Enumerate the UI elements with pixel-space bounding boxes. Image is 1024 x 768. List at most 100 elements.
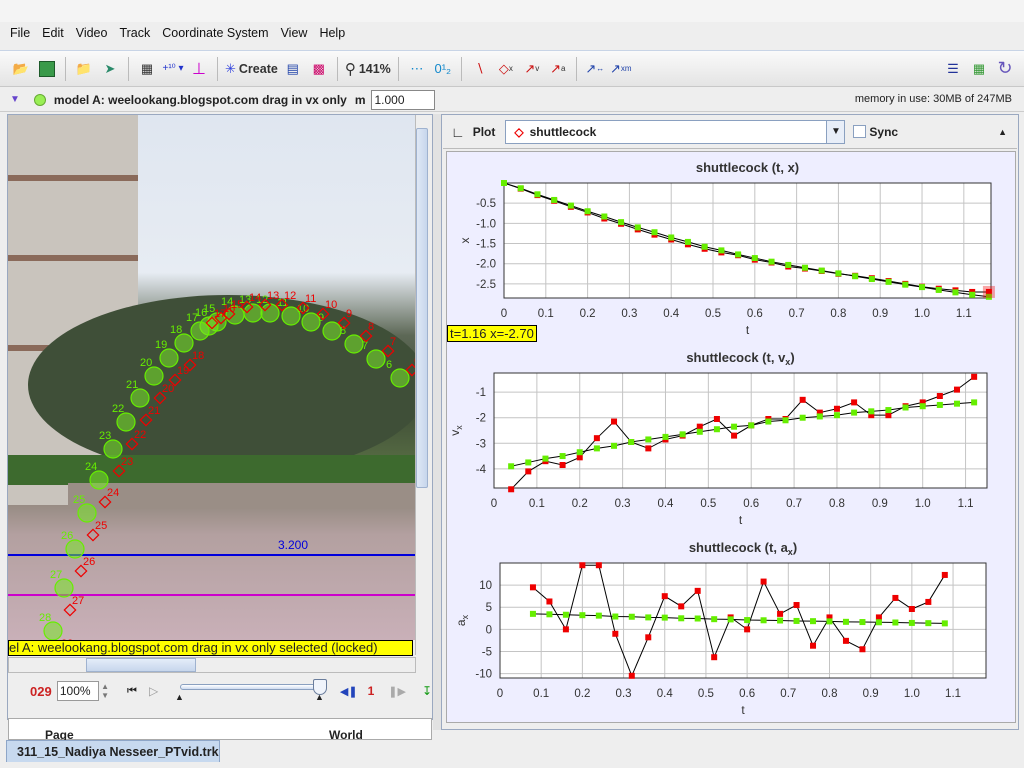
video-slider[interactable] [180,684,325,690]
step-size[interactable]: 1 [368,684,375,698]
model-point [628,439,635,445]
model-point [727,616,734,623]
vertical-scroll-thumb[interactable] [416,128,428,488]
model-point [694,615,701,622]
x-tick-label: 0 [501,308,507,320]
y-tick-label: -2.5 [476,279,496,291]
model-point-marker [174,333,194,353]
trails-icon[interactable]: ⋯ [406,56,428,82]
menu-file[interactable]: File [4,26,36,40]
model-point [777,617,784,624]
file-tab[interactable]: 311_15_Nadiya Nesseer_PTvid.trk [6,740,220,762]
step-back-icon[interactable]: ◀❚ [340,685,358,698]
dropdown-arrow-icon[interactable]: ▼ [826,120,845,143]
x-axis-label: t [741,703,745,717]
import-icon[interactable]: ➤ [99,56,121,82]
model-point [859,619,866,626]
video-clip-icon[interactable]: ▦ [136,56,158,82]
model-point-marker [281,306,301,326]
data-point [793,602,800,609]
menu-view[interactable]: View [275,26,314,40]
page-view-tab[interactable]: Page [45,728,74,740]
expand-triangle-icon[interactable]: ▼ [10,94,20,105]
track-control-icon[interactable]: ▩ [308,56,330,82]
data-point [525,468,532,475]
model-point [595,612,602,619]
model-name[interactable]: model A: weelookang.blogspot.com drag in… [54,93,347,107]
x-tick-label: 1.1 [945,688,961,700]
sync-checkbox[interactable] [853,125,867,138]
reset-icon[interactable]: ⏮ [127,685,137,698]
notes-icon[interactable]: ☰ [942,56,964,82]
track-dropdown[interactable]: ◇ shuttlecock ▼ [505,119,846,144]
sync-label: Sync [869,124,899,139]
video-view[interactable]: 3.200 6677889910101111121213131414151516… [8,115,415,640]
chart-x[interactable]: 0 0.1 0.2 0.3 0.4 0.5 0.6 0.7 0.8 0.9 1.0 1.1 -0.5 -1… [447,152,1017,342]
open-icon[interactable]: 📂 [10,56,32,82]
y-axis-label: ax [454,614,470,626]
horizontal-scroll-thumb[interactable] [86,658,196,672]
path-icon[interactable]: ∖ [469,56,491,82]
clip-settings-icon[interactable]: ▤ [282,56,304,82]
model-frame-label: 28 [39,612,51,624]
y-tick-label: -4 [476,464,487,476]
data-point [885,412,892,419]
model-point [579,612,586,619]
position-icon[interactable]: ◇ x [495,56,517,82]
end-marker-icon[interactable]: ▲ [315,692,324,702]
menu-track[interactable]: Track [113,26,156,40]
xm-icon[interactable]: ↗ xm [610,56,632,82]
model-point [576,449,583,456]
model-point-marker [77,503,97,523]
labels-icon[interactable]: 0¹₂ [432,56,454,82]
step-forward-icon[interactable]: ❚▶ [388,685,406,698]
split-divider[interactable] [433,114,441,730]
menu-coordinate-system[interactable]: Coordinate System [156,26,274,40]
data-point [859,646,866,653]
info-icon[interactable]: ▦ [968,56,990,82]
data-frame-label: 13 [267,290,279,302]
spinner-arrows-icon[interactable]: ▲ ▼ [101,682,109,700]
start-marker-icon[interactable]: ▲ [175,692,184,702]
data-frame-label: 11 [305,293,316,305]
plot-area [493,372,988,489]
velocity-icon[interactable]: ↗ v [521,56,543,82]
model-point [701,243,708,250]
model-point [517,185,524,192]
world-view-tab[interactable]: World [329,728,363,740]
readout-tooltip: t=1.16 x=-2.70 [447,325,537,342]
chart-vx[interactable]: 0 0.1 0.2 0.3 0.4 0.5 0.6 0.7 0.8 0.9 1.0 1.1 -1 -2 -3… [447,342,1017,532]
loop-icon[interactable]: ↧ [422,684,432,698]
calibration-icon[interactable]: +¹⁰ ▾ [162,56,184,82]
acceleration-icon[interactable]: ↗ a [547,56,569,82]
x-tick-label: 0.9 [863,688,879,700]
xmass-icon[interactable]: ↗ ↔ [584,56,606,82]
play-icon[interactable]: ▷ [149,684,158,698]
video-horizontal-scrollbar[interactable] [8,657,416,673]
model-point-marker [301,312,321,332]
x-tick-label: 0.6 [747,308,763,320]
y-tick-label: -2 [476,413,486,425]
axes-icon[interactable]: ⊥ [188,56,210,82]
chart-ax[interactable]: 0 0.1 0.2 0.3 0.4 0.5 0.6 0.7 0.8 0.9 1.0 1.1 10 5 0 -5… [447,532,1017,722]
model-point [584,208,591,215]
collapse-icon[interactable]: ▲ [998,127,1007,137]
data-frame-label: 24 [107,487,119,499]
menu-edit[interactable]: Edit [36,26,70,40]
menu-video[interactable]: Video [70,26,114,40]
mass-field[interactable]: 1.000 [370,89,435,110]
menu-help[interactable]: Help [313,26,351,40]
refresh-icon[interactable]: ↻ [994,56,1016,82]
save-icon[interactable] [36,56,58,82]
model-point [713,426,720,433]
x-tick-label: 0.5 [700,498,716,510]
model-point-marker [130,388,150,408]
zoom-button[interactable]: ⚲ 141% [345,56,391,82]
model-point [711,616,718,623]
data-point [508,486,515,493]
rate-spinner[interactable]: 100% [56,681,100,701]
model-point-marker [89,470,109,490]
open-browser-icon[interactable]: 📁 [73,56,95,82]
create-button[interactable]: ✳ Create [225,56,278,82]
model-point [785,261,792,268]
